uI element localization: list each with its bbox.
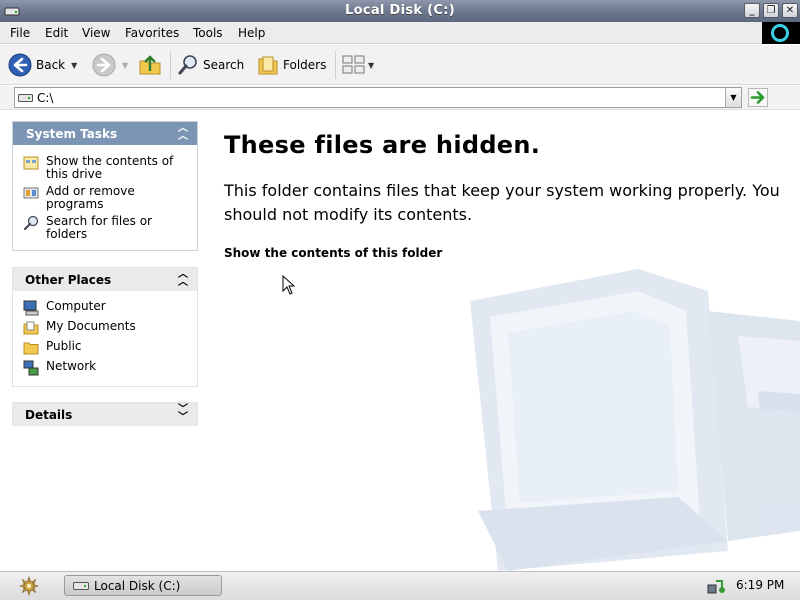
forward-button[interactable]: ▼ xyxy=(92,45,128,85)
expand-icon[interactable]: ﹀ ﹀ xyxy=(178,405,188,423)
task-add-remove-programs[interactable]: Add or remove programs xyxy=(23,185,176,211)
folder-view-icon xyxy=(23,156,39,170)
forward-arrow-icon xyxy=(92,53,116,77)
collapse-icon[interactable]: ︿ ︿ xyxy=(178,270,188,288)
go-arrow-icon xyxy=(750,91,765,104)
page-description: This folder contains files that keep you… xyxy=(224,181,780,224)
menu-edit[interactable]: Edit xyxy=(45,26,68,40)
taskbar-window-label: Local Disk (C:) xyxy=(94,579,181,593)
page-title: These files are hidden. xyxy=(224,131,541,159)
other-places-panel: Other Places ︿ ︿ Computer My Documents Pu… xyxy=(12,267,198,387)
taskbar: Local Disk (C:) 6:19 PM xyxy=(0,571,800,600)
start-menu-button[interactable] xyxy=(18,576,40,596)
close-icon: ✕ xyxy=(785,5,795,16)
drive-icon xyxy=(73,582,89,590)
menu-favorites[interactable]: Favorites xyxy=(125,26,179,40)
chevron-down-icon: ▼ xyxy=(730,93,737,102)
show-contents-link[interactable]: Show the contents of this folder xyxy=(224,246,442,260)
network-tray-icon[interactable] xyxy=(706,577,726,595)
minimize-icon: _ xyxy=(749,5,755,16)
system-tasks-panel: System Tasks ︿ ︿ Show the contents of thi… xyxy=(12,121,198,251)
system-tasks-title: System Tasks xyxy=(26,127,118,141)
search-button[interactable]: Search xyxy=(177,45,244,85)
toolbar-separator xyxy=(170,51,171,79)
title-bar[interactable]: Local Disk (C:) _ ❐ ✕ xyxy=(0,0,800,22)
place-network[interactable]: Network xyxy=(23,360,176,376)
back-label: Back xyxy=(36,58,66,72)
brand-logo xyxy=(762,22,800,44)
details-title: Details xyxy=(25,408,73,422)
drive-icon xyxy=(18,94,33,102)
close-button[interactable]: ✕ xyxy=(782,3,798,18)
task-label: Add or remove programs xyxy=(46,184,135,211)
place-label: Public xyxy=(46,339,82,353)
back-arrow-icon xyxy=(8,53,32,77)
other-places-header[interactable]: Other Places ︿ ︿ xyxy=(13,268,197,291)
menu-view[interactable]: View xyxy=(82,26,110,40)
place-label: My Documents xyxy=(46,319,136,333)
restore-button[interactable]: ❐ xyxy=(763,3,779,18)
views-icon xyxy=(342,55,365,74)
window-title: Local Disk (C:) xyxy=(345,3,455,18)
views-dropdown-icon[interactable]: ▼ xyxy=(368,61,374,70)
go-button[interactable] xyxy=(748,88,768,107)
place-computer[interactable]: Computer xyxy=(23,300,176,316)
search-icon xyxy=(23,215,39,231)
search-icon xyxy=(178,55,197,75)
menu-file[interactable]: File xyxy=(10,26,30,40)
address-bar: C:\ ▼ xyxy=(0,86,800,110)
forward-dropdown-icon[interactable]: ▼ xyxy=(122,61,128,70)
up-folder-icon xyxy=(139,55,161,75)
restore-icon: ❐ xyxy=(766,5,776,16)
menu-help[interactable]: Help xyxy=(238,26,265,40)
search-label: Search xyxy=(203,58,245,72)
address-dropdown-button[interactable]: ▼ xyxy=(725,88,741,107)
programs-icon xyxy=(23,187,39,199)
back-button[interactable]: Back ▼ xyxy=(8,45,77,85)
views-button[interactable]: ▼ xyxy=(342,45,374,85)
folders-icon xyxy=(258,56,278,75)
taskbar-window-button[interactable]: Local Disk (C:) xyxy=(64,575,222,596)
folder-icon xyxy=(23,342,39,355)
folders-button[interactable]: Folders xyxy=(257,45,326,85)
address-value: C:\ xyxy=(37,91,54,105)
folders-label: Folders xyxy=(283,58,327,72)
task-search-files[interactable]: Search for files or folders xyxy=(23,215,176,241)
clock[interactable]: 6:19 PM xyxy=(736,578,784,592)
details-panel: Details ﹀ ﹀ xyxy=(12,402,198,426)
menu-tools[interactable]: Tools xyxy=(193,26,223,40)
other-places-title: Other Places xyxy=(25,273,112,287)
network-icon xyxy=(23,360,39,376)
main-content: These files are hidden. This folder cont… xyxy=(208,111,800,571)
task-label: Search for files or folders xyxy=(46,214,152,241)
menu-bar: File Edit View Favorites Tools Help xyxy=(0,22,800,44)
task-show-drive-contents[interactable]: Show the contents of this drive xyxy=(23,155,176,181)
up-folder-button[interactable] xyxy=(138,45,162,85)
documents-icon xyxy=(23,321,39,335)
computer-icon xyxy=(23,300,39,316)
task-pane: System Tasks ︿ ︿ Show the contents of thi… xyxy=(0,111,208,571)
brand-ring-icon xyxy=(771,24,789,42)
place-public[interactable]: Public xyxy=(23,340,176,356)
task-label: Show the contents of this drive xyxy=(46,154,174,181)
system-tasks-header[interactable]: System Tasks ︿ ︿ xyxy=(13,122,197,145)
place-label: Computer xyxy=(46,299,106,313)
place-label: Network xyxy=(46,359,97,373)
details-header[interactable]: Details ﹀ ﹀ xyxy=(13,403,197,426)
toolbar: Back ▼ ▼ Search Folders ▼ xyxy=(0,45,800,85)
back-dropdown-icon[interactable]: ▼ xyxy=(71,61,77,70)
address-input[interactable]: C:\ ▼ xyxy=(14,87,742,108)
collapse-icon[interactable]: ︿ ︿ xyxy=(178,124,188,142)
toolbar-separator xyxy=(335,51,336,79)
minimize-button[interactable]: _ xyxy=(744,3,760,18)
place-my-documents[interactable]: My Documents xyxy=(23,320,176,336)
mouse-cursor-icon xyxy=(282,275,296,295)
